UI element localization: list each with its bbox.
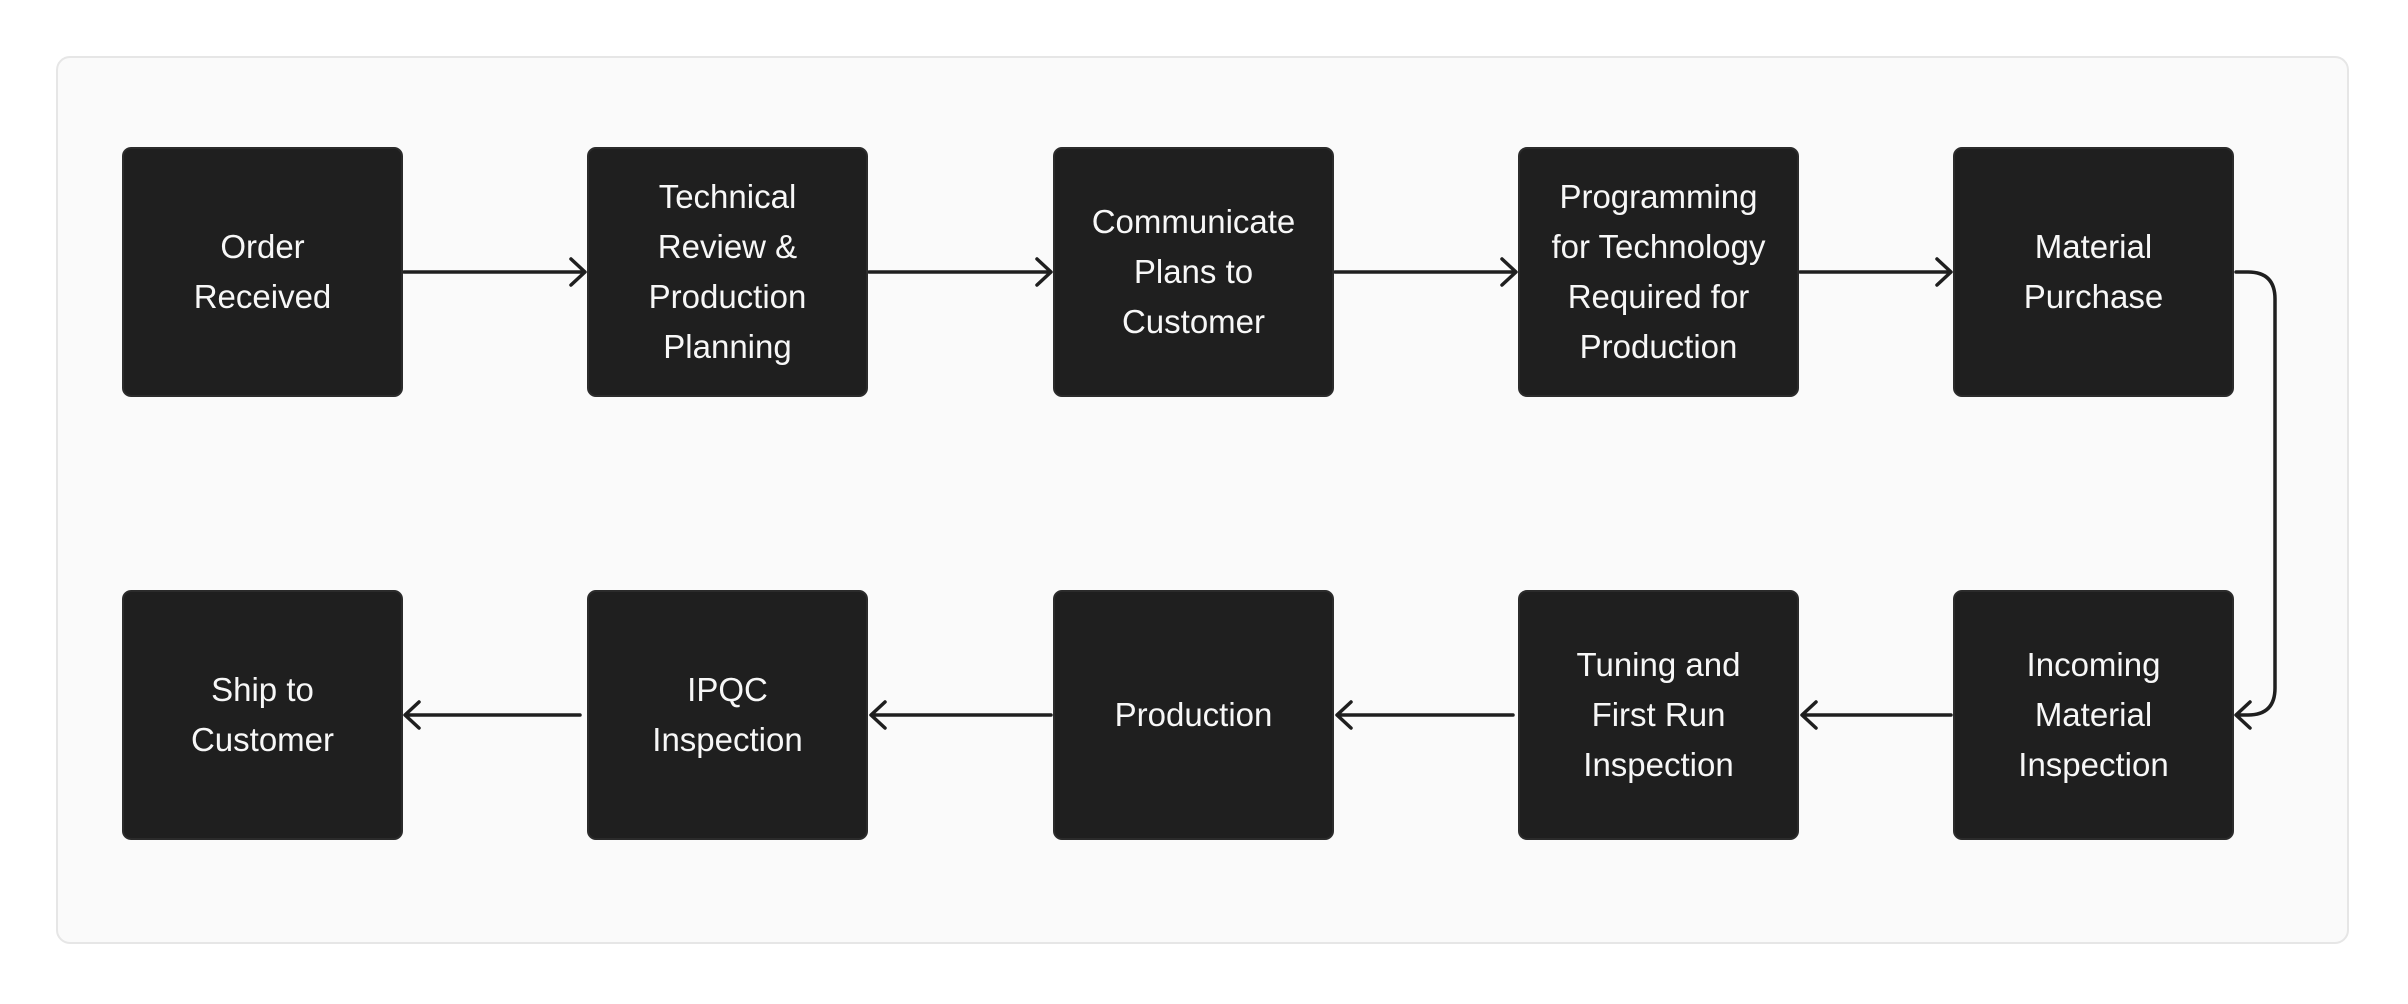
node-order-received[interactable]: Order Received [122, 147, 403, 397]
node-technical-review-production-planning[interactable]: Technical Review & Production Planning [587, 147, 868, 397]
node-label: Incoming Material Inspection [2018, 646, 2169, 783]
node-programming-for-technology[interactable]: Programming for Technology Required for … [1518, 147, 1799, 397]
node-ship-to-customer[interactable]: Ship to Customer [122, 590, 403, 840]
node-incoming-material-inspection[interactable]: Incoming Material Inspection [1953, 590, 2234, 840]
node-ipqc-inspection[interactable]: IPQC Inspection [587, 590, 868, 840]
node-label: Tuning and First Run Inspection [1576, 646, 1741, 783]
node-label: Communicate Plans to Customer [1091, 203, 1296, 340]
node-label: Programming for Technology Required for … [1551, 178, 1766, 365]
node-tuning-and-first-run-inspection[interactable]: Tuning and First Run Inspection [1518, 590, 1799, 840]
node-production[interactable]: Production [1053, 590, 1334, 840]
node-label: Material Purchase [2023, 228, 2164, 315]
node-label: IPQC Inspection [652, 671, 803, 758]
node-communicate-plans-to-customer[interactable]: Communicate Plans to Customer [1053, 147, 1334, 397]
node-label: Technical Review & Production Planning [648, 178, 807, 365]
node-label: Production [1114, 696, 1273, 733]
node-label: Ship to Customer [190, 671, 335, 758]
node-material-purchase[interactable]: Material Purchase [1953, 147, 2234, 397]
node-label: Order Received [193, 228, 332, 315]
